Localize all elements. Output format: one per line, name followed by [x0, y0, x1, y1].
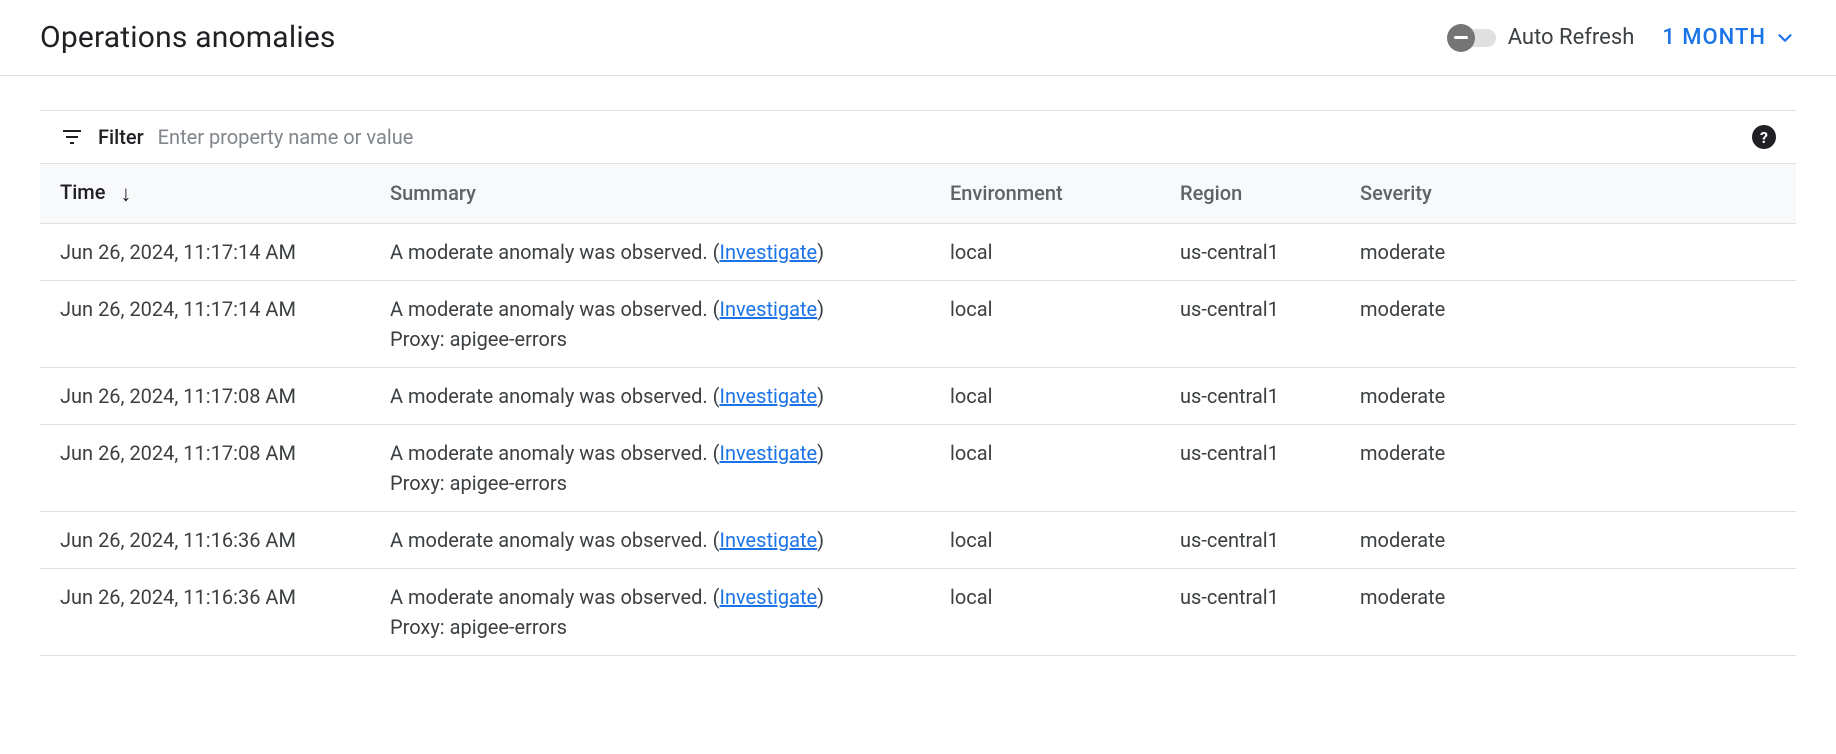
table-row: Jun 26, 2024, 11:16:36 AM A moderate anom…: [40, 568, 1796, 655]
cell-time: Jun 26, 2024, 11:17:14 AM: [40, 223, 370, 280]
summary-text: A moderate anomaly was observed. (Invest…: [390, 240, 910, 264]
paren-open: (: [713, 441, 720, 465]
summary-message: A moderate anomaly was observed.: [390, 297, 713, 321]
page-title: Operations anomalies: [40, 20, 336, 55]
cell-severity: moderate: [1340, 280, 1796, 367]
table-row: Jun 26, 2024, 11:17:14 AM A moderate anom…: [40, 223, 1796, 280]
col-header-time[interactable]: Time ↓: [40, 164, 370, 223]
cell-environment: local: [930, 568, 1160, 655]
summary-message: A moderate anomaly was observed.: [390, 240, 713, 264]
paren-close: ): [817, 441, 824, 465]
summary-subtext: Proxy: apigee-errors: [390, 327, 910, 351]
investigate-link[interactable]: Investigate: [720, 528, 818, 552]
summary-text: A moderate anomaly was observed. (Invest…: [390, 528, 910, 552]
summary-message: A moderate anomaly was observed.: [390, 585, 713, 609]
summary-message: A moderate anomaly was observed.: [390, 528, 713, 552]
auto-refresh-toggle[interactable]: Auto Refresh: [1450, 25, 1635, 50]
table-header-row: Time ↓ Summary Environment Region Severi…: [40, 164, 1796, 223]
filter-bar: Filter ?: [40, 110, 1796, 164]
cell-summary: A moderate anomaly was observed. (Invest…: [370, 511, 930, 568]
investigate-link[interactable]: Investigate: [720, 240, 818, 264]
cell-summary: A moderate anomaly was observed. (Invest…: [370, 568, 930, 655]
summary-text: A moderate anomaly was observed. (Invest…: [390, 297, 910, 321]
table-row: Jun 26, 2024, 11:16:36 AM A moderate anom…: [40, 511, 1796, 568]
paren-open: (: [713, 528, 720, 552]
investigate-link[interactable]: Investigate: [720, 384, 818, 408]
summary-message: A moderate anomaly was observed.: [390, 384, 713, 408]
auto-refresh-label: Auto Refresh: [1508, 25, 1635, 50]
help-icon[interactable]: ?: [1752, 125, 1776, 149]
cell-environment: local: [930, 424, 1160, 511]
investigate-link[interactable]: Investigate: [720, 441, 818, 465]
anomalies-table: Time ↓ Summary Environment Region Severi…: [40, 164, 1796, 656]
filter-label: Filter: [98, 125, 144, 149]
summary-text: A moderate anomaly was observed. (Invest…: [390, 441, 910, 465]
paren-open: (: [713, 384, 720, 408]
paren-close: ): [817, 585, 824, 609]
minus-icon: [1447, 24, 1475, 52]
table-row: Jun 26, 2024, 11:17:08 AM A moderate anom…: [40, 367, 1796, 424]
cell-time: Jun 26, 2024, 11:16:36 AM: [40, 568, 370, 655]
cell-region: us-central1: [1160, 424, 1340, 511]
content: Filter ? Time ↓ Summary Environment Regi…: [0, 76, 1836, 656]
col-header-summary[interactable]: Summary: [370, 164, 930, 223]
cell-summary: A moderate anomaly was observed. (Invest…: [370, 280, 930, 367]
summary-subtext: Proxy: apigee-errors: [390, 471, 910, 495]
arrow-down-icon: ↓: [120, 182, 131, 207]
cell-environment: local: [930, 223, 1160, 280]
table-row: Jun 26, 2024, 11:17:08 AM A moderate anom…: [40, 424, 1796, 511]
paren-close: ): [817, 297, 824, 321]
col-header-region[interactable]: Region: [1160, 164, 1340, 223]
paren-close: ): [817, 384, 824, 408]
cell-environment: local: [930, 280, 1160, 367]
cell-region: us-central1: [1160, 280, 1340, 367]
col-header-severity[interactable]: Severity: [1340, 164, 1796, 223]
cell-region: us-central1: [1160, 511, 1340, 568]
page-header: Operations anomalies Auto Refresh 1 MONT…: [0, 0, 1836, 76]
cell-summary: A moderate anomaly was observed. (Invest…: [370, 223, 930, 280]
cell-region: us-central1: [1160, 568, 1340, 655]
summary-text: A moderate anomaly was observed. (Invest…: [390, 384, 910, 408]
paren-close: ): [817, 240, 824, 264]
paren-open: (: [713, 240, 720, 264]
cell-severity: moderate: [1340, 511, 1796, 568]
cell-time: Jun 26, 2024, 11:17:14 AM: [40, 280, 370, 367]
paren-open: (: [713, 297, 720, 321]
summary-message: A moderate anomaly was observed.: [390, 441, 713, 465]
summary-text: A moderate anomaly was observed. (Invest…: [390, 585, 910, 609]
paren-open: (: [713, 585, 720, 609]
cell-time: Jun 26, 2024, 11:16:36 AM: [40, 511, 370, 568]
investigate-link[interactable]: Investigate: [720, 297, 818, 321]
col-header-time-label: Time: [60, 180, 105, 204]
table-row: Jun 26, 2024, 11:17:14 AM A moderate anom…: [40, 280, 1796, 367]
toggle-track: [1450, 29, 1496, 47]
cell-environment: local: [930, 367, 1160, 424]
cell-severity: moderate: [1340, 367, 1796, 424]
cell-region: us-central1: [1160, 223, 1340, 280]
cell-summary: A moderate anomaly was observed. (Invest…: [370, 424, 930, 511]
cell-region: us-central1: [1160, 367, 1340, 424]
investigate-link[interactable]: Investigate: [720, 585, 818, 609]
paren-close: ): [817, 528, 824, 552]
cell-time: Jun 26, 2024, 11:17:08 AM: [40, 424, 370, 511]
cell-severity: moderate: [1340, 223, 1796, 280]
col-header-environment[interactable]: Environment: [930, 164, 1160, 223]
cell-summary: A moderate anomaly was observed. (Invest…: [370, 367, 930, 424]
time-range-label: 1 MONTH: [1662, 25, 1766, 50]
summary-subtext: Proxy: apigee-errors: [390, 615, 910, 639]
chevron-down-icon: [1774, 27, 1796, 49]
filter-icon: [60, 125, 84, 149]
cell-environment: local: [930, 511, 1160, 568]
header-controls: Auto Refresh 1 MONTH: [1450, 25, 1796, 50]
cell-severity: moderate: [1340, 424, 1796, 511]
time-range-dropdown[interactable]: 1 MONTH: [1662, 25, 1796, 50]
cell-time: Jun 26, 2024, 11:17:08 AM: [40, 367, 370, 424]
cell-severity: moderate: [1340, 568, 1796, 655]
filter-input[interactable]: [158, 125, 1738, 149]
